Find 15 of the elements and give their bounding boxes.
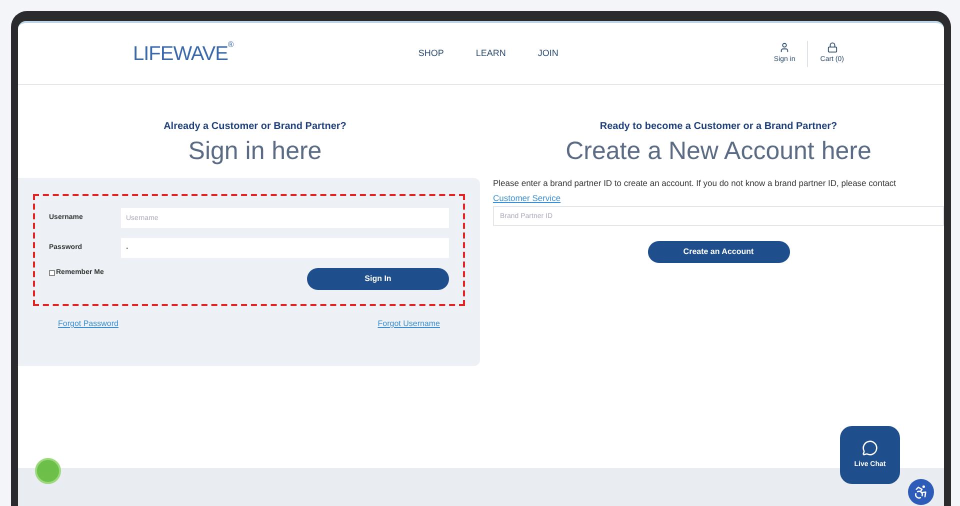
nav-link[interactable]: SHOP bbox=[418, 46, 444, 60]
create-account-button[interactable]: Create an Account bbox=[648, 241, 790, 263]
section-title: Sign in here bbox=[187, 136, 323, 167]
sign-in-button[interactable]: Sign In bbox=[307, 268, 449, 290]
instruction-text: Please enter a brand partner ID to create an account. If you do not know a brand partner ID, please contact Customer Service bbox=[493, 177, 898, 205]
section-eyebrow: Ready to become a Customer or a Brand Partner? bbox=[598, 120, 838, 134]
nav-link[interactable]: JOIN bbox=[538, 46, 558, 60]
section-title: Create a New Account here bbox=[564, 136, 872, 167]
logo[interactable]: LIFEWAVE® bbox=[133, 38, 234, 68]
chat-icon bbox=[862, 440, 878, 456]
customer-service-link[interactable]: Customer Service bbox=[493, 193, 561, 203]
nav-link[interactable]: LEARN bbox=[476, 46, 506, 60]
section-eyebrow: Already a Customer or Brand Partner? bbox=[162, 120, 348, 134]
user-icon bbox=[779, 42, 790, 53]
accessibility-icon[interactable] bbox=[908, 479, 934, 505]
